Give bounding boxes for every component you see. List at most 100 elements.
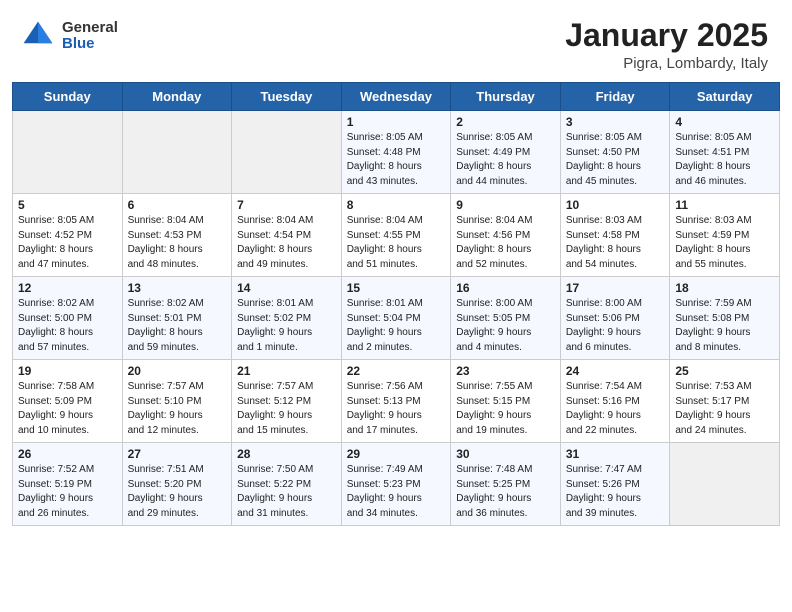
day-number: 6 bbox=[128, 198, 227, 212]
day-number: 19 bbox=[18, 364, 117, 378]
title-block: January 2025 Pigra, Lombardy, Italy bbox=[565, 18, 768, 72]
day-number: 24 bbox=[566, 364, 665, 378]
calendar-cell: 14 Sunrise: 8:01 AM Sunset: 5:02 PM Dayli… bbox=[232, 277, 342, 360]
day-number: 2 bbox=[456, 115, 555, 129]
weekday-header-saturday: Saturday bbox=[670, 83, 780, 111]
day-number: 29 bbox=[347, 447, 446, 461]
logo: General Blue bbox=[20, 18, 118, 54]
calendar-cell: 9 Sunrise: 8:04 AM Sunset: 4:56 PM Daylig… bbox=[451, 194, 561, 277]
day-number: 9 bbox=[456, 198, 555, 212]
weekday-header-friday: Friday bbox=[560, 83, 670, 111]
day-number: 13 bbox=[128, 281, 227, 295]
page: General Blue January 2025 Pigra, Lombard… bbox=[0, 0, 792, 612]
weekday-header-monday: Monday bbox=[122, 83, 232, 111]
day-info: Sunrise: 8:05 AM Sunset: 4:50 PM Dayligh… bbox=[566, 131, 665, 189]
day-info: Sunrise: 8:00 AM Sunset: 5:06 PM Dayligh… bbox=[566, 297, 665, 355]
day-number: 17 bbox=[566, 281, 665, 295]
day-info: Sunrise: 7:52 AM Sunset: 5:19 PM Dayligh… bbox=[18, 463, 117, 521]
day-info: Sunrise: 7:47 AM Sunset: 5:26 PM Dayligh… bbox=[566, 463, 665, 521]
calendar-cell: 29 Sunrise: 7:49 AM Sunset: 5:23 PM Dayli… bbox=[341, 443, 451, 526]
calendar-cell: 7 Sunrise: 8:04 AM Sunset: 4:54 PM Daylig… bbox=[232, 194, 342, 277]
day-number: 27 bbox=[128, 447, 227, 461]
day-info: Sunrise: 8:05 AM Sunset: 4:49 PM Dayligh… bbox=[456, 131, 555, 189]
calendar-cell bbox=[122, 111, 232, 194]
day-number: 8 bbox=[347, 198, 446, 212]
calendar: SundayMondayTuesdayWednesdayThursdayFrid… bbox=[0, 82, 792, 612]
calendar-cell: 12 Sunrise: 8:02 AM Sunset: 5:00 PM Dayli… bbox=[13, 277, 123, 360]
day-number: 31 bbox=[566, 447, 665, 461]
day-info: Sunrise: 7:55 AM Sunset: 5:15 PM Dayligh… bbox=[456, 380, 555, 438]
logo-icon bbox=[20, 18, 56, 54]
calendar-cell: 1Sunrise: 8:05 AM Sunset: 4:48 PM Daylig… bbox=[341, 111, 451, 194]
day-info: Sunrise: 7:54 AM Sunset: 5:16 PM Dayligh… bbox=[566, 380, 665, 438]
calendar-cell: 27 Sunrise: 7:51 AM Sunset: 5:20 PM Dayli… bbox=[122, 443, 232, 526]
calendar-cell: 18Sunrise: 7:59 AM Sunset: 5:08 PM Dayli… bbox=[670, 277, 780, 360]
day-number: 14 bbox=[237, 281, 336, 295]
calendar-cell bbox=[232, 111, 342, 194]
day-info: Sunrise: 7:51 AM Sunset: 5:20 PM Dayligh… bbox=[128, 463, 227, 521]
day-info: Sunrise: 7:50 AM Sunset: 5:22 PM Dayligh… bbox=[237, 463, 336, 521]
calendar-cell: 3 Sunrise: 8:05 AM Sunset: 4:50 PM Daylig… bbox=[560, 111, 670, 194]
week-row-2: 5 Sunrise: 8:05 AM Sunset: 4:52 PM Daylig… bbox=[13, 194, 780, 277]
calendar-cell: 22Sunrise: 7:56 AM Sunset: 5:13 PM Dayli… bbox=[341, 360, 451, 443]
day-info: Sunrise: 7:58 AM Sunset: 5:09 PM Dayligh… bbox=[18, 380, 117, 438]
day-info: Sunrise: 8:05 AM Sunset: 4:52 PM Dayligh… bbox=[18, 214, 117, 272]
day-info: Sunrise: 8:03 AM Sunset: 4:59 PM Dayligh… bbox=[675, 214, 774, 272]
day-number: 20 bbox=[128, 364, 227, 378]
calendar-cell: 10 Sunrise: 8:03 AM Sunset: 4:58 PM Dayli… bbox=[560, 194, 670, 277]
calendar-cell: 11 Sunrise: 8:03 AM Sunset: 4:59 PM Dayli… bbox=[670, 194, 780, 277]
day-number: 4 bbox=[675, 115, 774, 129]
header: General Blue January 2025 Pigra, Lombard… bbox=[0, 0, 792, 82]
day-number: 11 bbox=[675, 198, 774, 212]
day-info: Sunrise: 7:48 AM Sunset: 5:25 PM Dayligh… bbox=[456, 463, 555, 521]
day-info: Sunrise: 8:05 AM Sunset: 4:48 PM Dayligh… bbox=[347, 131, 446, 189]
day-number: 26 bbox=[18, 447, 117, 461]
calendar-cell: 4 Sunrise: 8:05 AM Sunset: 4:51 PM Daylig… bbox=[670, 111, 780, 194]
logo-general-text: General bbox=[62, 20, 118, 37]
calendar-cell: 31 Sunrise: 7:47 AM Sunset: 5:26 PM Dayli… bbox=[560, 443, 670, 526]
weekday-header-thursday: Thursday bbox=[451, 83, 561, 111]
day-number: 30 bbox=[456, 447, 555, 461]
day-number: 22 bbox=[347, 364, 446, 378]
calendar-cell: 13 Sunrise: 8:02 AM Sunset: 5:01 PM Dayli… bbox=[122, 277, 232, 360]
day-info: Sunrise: 7:57 AM Sunset: 5:12 PM Dayligh… bbox=[237, 380, 336, 438]
week-row-3: 12 Sunrise: 8:02 AM Sunset: 5:00 PM Dayli… bbox=[13, 277, 780, 360]
day-info: Sunrise: 7:53 AM Sunset: 5:17 PM Dayligh… bbox=[675, 380, 774, 438]
week-row-4: 19 Sunrise: 7:58 AM Sunset: 5:09 PM Dayli… bbox=[13, 360, 780, 443]
calendar-cell: 15Sunrise: 8:01 AM Sunset: 5:04 PM Dayli… bbox=[341, 277, 451, 360]
day-number: 5 bbox=[18, 198, 117, 212]
day-number: 7 bbox=[237, 198, 336, 212]
day-info: Sunrise: 8:05 AM Sunset: 4:51 PM Dayligh… bbox=[675, 131, 774, 189]
day-info: Sunrise: 8:03 AM Sunset: 4:58 PM Dayligh… bbox=[566, 214, 665, 272]
day-number: 15 bbox=[347, 281, 446, 295]
calendar-table: SundayMondayTuesdayWednesdayThursdayFrid… bbox=[12, 82, 780, 526]
weekday-header-sunday: Sunday bbox=[13, 83, 123, 111]
day-number: 12 bbox=[18, 281, 117, 295]
weekday-header-tuesday: Tuesday bbox=[232, 83, 342, 111]
day-info: Sunrise: 8:01 AM Sunset: 5:02 PM Dayligh… bbox=[237, 297, 336, 355]
calendar-cell: 5 Sunrise: 8:05 AM Sunset: 4:52 PM Daylig… bbox=[13, 194, 123, 277]
calendar-cell: 25 Sunrise: 7:53 AM Sunset: 5:17 PM Dayli… bbox=[670, 360, 780, 443]
day-info: Sunrise: 8:04 AM Sunset: 4:54 PM Dayligh… bbox=[237, 214, 336, 272]
day-number: 25 bbox=[675, 364, 774, 378]
day-info: Sunrise: 8:02 AM Sunset: 5:01 PM Dayligh… bbox=[128, 297, 227, 355]
week-row-1: 1Sunrise: 8:05 AM Sunset: 4:48 PM Daylig… bbox=[13, 111, 780, 194]
day-info: Sunrise: 7:49 AM Sunset: 5:23 PM Dayligh… bbox=[347, 463, 446, 521]
calendar-cell: 16Sunrise: 8:00 AM Sunset: 5:05 PM Dayli… bbox=[451, 277, 561, 360]
calendar-cell: 8Sunrise: 8:04 AM Sunset: 4:55 PM Daylig… bbox=[341, 194, 451, 277]
calendar-cell: 20Sunrise: 7:57 AM Sunset: 5:10 PM Dayli… bbox=[122, 360, 232, 443]
day-number: 10 bbox=[566, 198, 665, 212]
calendar-cell: 6Sunrise: 8:04 AM Sunset: 4:53 PM Daylig… bbox=[122, 194, 232, 277]
day-number: 3 bbox=[566, 115, 665, 129]
day-info: Sunrise: 8:04 AM Sunset: 4:56 PM Dayligh… bbox=[456, 214, 555, 272]
day-number: 28 bbox=[237, 447, 336, 461]
logo-text: General Blue bbox=[62, 20, 118, 53]
weekday-header-row: SundayMondayTuesdayWednesdayThursdayFrid… bbox=[13, 83, 780, 111]
calendar-cell: 30 Sunrise: 7:48 AM Sunset: 5:25 PM Dayli… bbox=[451, 443, 561, 526]
logo-blue-text: Blue bbox=[62, 36, 118, 53]
calendar-title: January 2025 bbox=[565, 18, 768, 53]
day-info: Sunrise: 8:02 AM Sunset: 5:00 PM Dayligh… bbox=[18, 297, 117, 355]
day-number: 21 bbox=[237, 364, 336, 378]
day-number: 18 bbox=[675, 281, 774, 295]
calendar-cell: 2 Sunrise: 8:05 AM Sunset: 4:49 PM Daylig… bbox=[451, 111, 561, 194]
